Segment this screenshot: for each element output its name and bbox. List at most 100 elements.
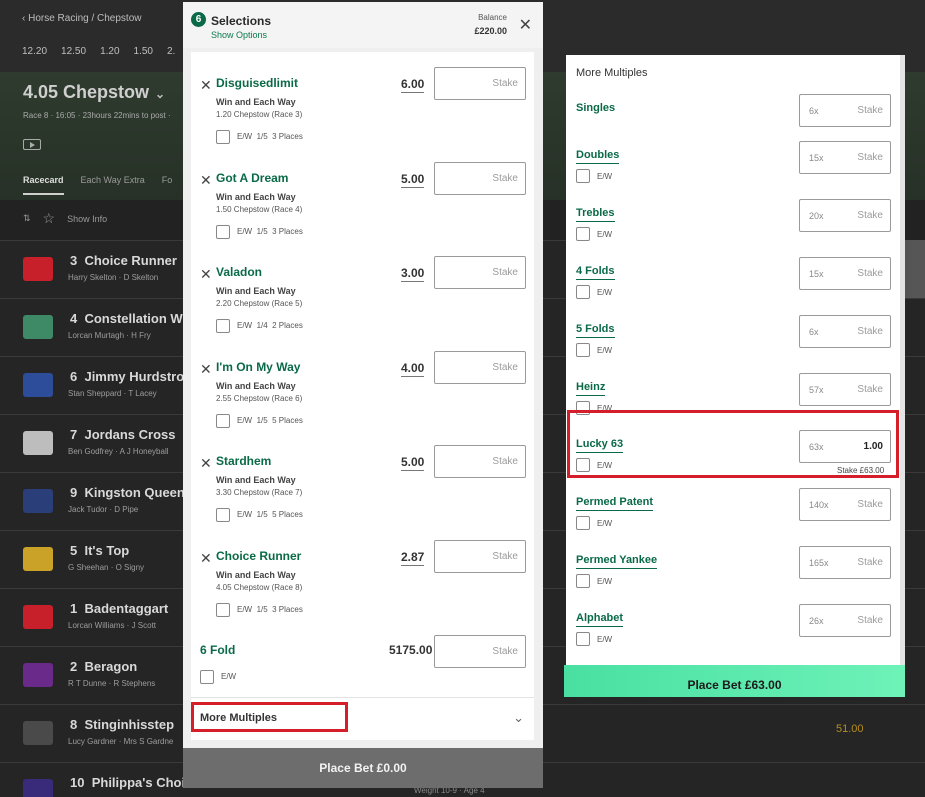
ew-checkbox[interactable] bbox=[576, 632, 590, 646]
jockey-silk-icon bbox=[23, 605, 53, 629]
tab-1[interactable]: Each Way Extra bbox=[81, 175, 145, 195]
ew-checkbox[interactable] bbox=[576, 285, 590, 299]
multiple-name[interactable]: Doubles bbox=[576, 149, 620, 164]
multiple-count: 6x bbox=[809, 106, 819, 116]
fold-stake-input[interactable]: Stake bbox=[434, 635, 526, 668]
ew-terms-text: 1/4 2 Places bbox=[256, 321, 303, 330]
tab-0[interactable]: Racecard bbox=[23, 175, 64, 195]
selection-name: Choice Runner bbox=[216, 548, 302, 563]
stake-input[interactable]: Stake bbox=[434, 539, 526, 573]
multiple-count: 26x bbox=[809, 616, 824, 626]
show-options-link[interactable]: Show Options bbox=[211, 30, 267, 40]
selection-odds[interactable]: 5.00 bbox=[401, 455, 425, 471]
stake-input[interactable]: Stake bbox=[434, 445, 526, 478]
ew-checkbox[interactable] bbox=[216, 319, 230, 333]
runner-name: 2 Beragon bbox=[70, 659, 137, 674]
breadcrumb[interactable]: ‹ Horse Racing / Chepstow bbox=[22, 13, 142, 24]
selection-name: I'm On My Way bbox=[216, 359, 301, 374]
ew-terms-text: 1/5 3 Places bbox=[256, 226, 303, 236]
scroll-handle[interactable] bbox=[905, 240, 925, 298]
stake-input[interactable]: Stake bbox=[434, 161, 526, 195]
selection-odds[interactable]: 3.00 bbox=[401, 266, 425, 282]
runner-name-text: Stinginhisstep bbox=[84, 717, 175, 732]
selection-item: ✕ Choice Runner 2.87 Stake Win and Each Way 4… bbox=[191, 525, 534, 619]
multiple-stake-input[interactable]: 140x Stake bbox=[799, 488, 891, 521]
remove-icon[interactable]: ✕ bbox=[200, 266, 212, 283]
runner-name-text: It's Top bbox=[84, 543, 130, 558]
ew-terms: E/W 1/5 3 Places bbox=[237, 227, 303, 236]
runner-name: 4 Constellation W bbox=[70, 311, 183, 326]
multiple-stake-input[interactable]: 15x Stake bbox=[799, 141, 891, 174]
remove-icon[interactable]: ✕ bbox=[200, 77, 212, 94]
runner-name-text: Jimmy Hurdstro bbox=[84, 369, 185, 384]
multiple-stake-input[interactable]: 6x Stake bbox=[799, 94, 891, 127]
tab-2[interactable]: Fo bbox=[162, 175, 173, 195]
selection-odds[interactable]: 4.00 bbox=[401, 361, 425, 377]
fold-ew-checkbox[interactable] bbox=[200, 670, 214, 684]
selection-odds[interactable]: 2.87 bbox=[401, 550, 425, 566]
multiple-name[interactable]: Permed Yankee bbox=[576, 554, 658, 569]
ew-checkbox[interactable] bbox=[576, 516, 590, 530]
multiple-name[interactable]: Singles bbox=[576, 102, 615, 116]
place-bet-button[interactable]: Place Bet £0.00 bbox=[183, 748, 543, 788]
runner-odds[interactable]: 51.00 bbox=[836, 723, 864, 735]
play-icon[interactable] bbox=[23, 139, 41, 150]
multiple-stake-input[interactable]: 57x Stake bbox=[799, 373, 891, 406]
ew-checkbox[interactable] bbox=[216, 602, 230, 617]
remove-icon[interactable]: ✕ bbox=[200, 455, 212, 472]
race-time-tab[interactable]: 1.20 bbox=[100, 46, 119, 57]
race-time-tab[interactable]: 2. bbox=[167, 46, 175, 57]
multiple-name[interactable]: 4 Folds bbox=[576, 265, 615, 280]
multiple-row: Doubles 15x Stake E/W bbox=[566, 141, 905, 199]
ew-label: E/W bbox=[597, 288, 613, 297]
multiple-stake-input[interactable]: 165x Stake bbox=[799, 546, 891, 579]
ew-checkbox[interactable] bbox=[576, 343, 590, 357]
selection-item: ✕ Valadon 3.00 Stake Win and Each Way 2.20 Ch… bbox=[191, 241, 534, 335]
multiple-stake-input[interactable]: 15x Stake bbox=[799, 257, 891, 290]
multiple-stake-input[interactable]: 26x Stake bbox=[799, 604, 891, 637]
ew-checkbox[interactable] bbox=[576, 227, 590, 241]
runner-meta: Ben Godfrey · A J Honeyball bbox=[68, 447, 169, 456]
remove-icon[interactable]: ✕ bbox=[200, 361, 212, 378]
stake-input[interactable]: Stake bbox=[434, 256, 526, 289]
ew-terms: E/W 1/5 5 Places bbox=[237, 416, 303, 425]
multiple-name[interactable]: Heinz bbox=[576, 381, 606, 396]
ew-checkbox[interactable] bbox=[216, 413, 230, 428]
multiple-stake-input[interactable]: 6x Stake bbox=[799, 315, 891, 348]
race-time-tab[interactable]: 12.20 bbox=[22, 46, 47, 57]
selection-odds[interactable]: 6.00 bbox=[401, 77, 425, 93]
race-time-tab[interactable]: 12.50 bbox=[61, 46, 86, 57]
runner-name: 1 Badentaggart bbox=[70, 601, 168, 616]
runner-meta: Stan Sheppard · T Lacey bbox=[68, 389, 157, 398]
multiple-name[interactable]: Permed Patent bbox=[576, 496, 654, 511]
ew-checkbox[interactable] bbox=[576, 169, 590, 183]
race-time-tab[interactable]: 1.50 bbox=[134, 46, 153, 57]
runner-name-text: Jordans Cross bbox=[84, 427, 176, 442]
scrollbar[interactable] bbox=[900, 55, 905, 665]
market-label: Win and Each Way bbox=[216, 475, 296, 485]
runner-name: 8 Stinginhisstep bbox=[70, 717, 174, 732]
show-info-link[interactable]: Show Info bbox=[67, 214, 107, 224]
selection-name: Stardhem bbox=[216, 454, 272, 468]
stake-placeholder: Stake bbox=[857, 210, 883, 221]
remove-icon[interactable]: ✕ bbox=[200, 172, 212, 189]
multiple-stake-input[interactable]: 20x Stake bbox=[799, 199, 891, 232]
ew-checkbox[interactable] bbox=[216, 508, 230, 522]
stake-input[interactable]: Stake bbox=[434, 67, 526, 100]
chevron-down-icon: ⌄ bbox=[155, 87, 166, 101]
sort-icon[interactable]: ⇅ bbox=[23, 213, 31, 224]
selection-odds[interactable]: 5.00 bbox=[401, 172, 425, 188]
race-title[interactable]: 4.05 Chepstow ⌄ bbox=[23, 82, 165, 103]
remove-icon[interactable]: ✕ bbox=[200, 550, 212, 567]
close-icon[interactable]: ✕ bbox=[519, 15, 532, 35]
ew-checkbox[interactable] bbox=[576, 574, 590, 588]
ew-checkbox[interactable] bbox=[216, 130, 230, 144]
place-bet-multiples-button[interactable]: Place Bet £63.00 bbox=[564, 665, 905, 697]
multiple-name[interactable]: Trebles bbox=[576, 207, 615, 222]
selection-count-badge: 6 bbox=[191, 12, 206, 27]
multiple-name[interactable]: 5 Folds bbox=[576, 323, 615, 338]
stake-input[interactable]: Stake bbox=[434, 350, 526, 384]
star-icon[interactable]: ☆ bbox=[43, 210, 56, 227]
multiple-name[interactable]: Alphabet bbox=[576, 612, 624, 627]
ew-checkbox[interactable] bbox=[216, 224, 230, 239]
